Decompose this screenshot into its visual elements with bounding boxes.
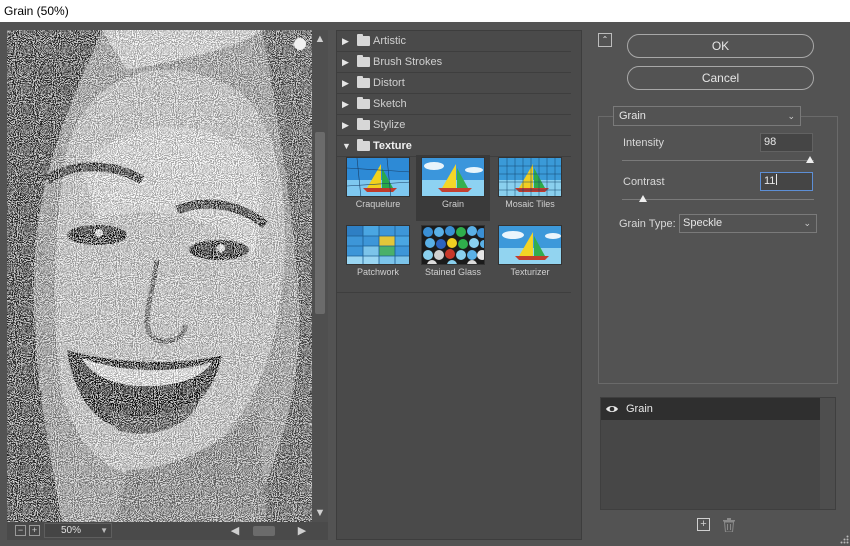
window-title: Grain (50%) [0, 0, 850, 22]
category-label: Artistic [373, 35, 406, 47]
filter-thumb-patchwork[interactable]: Patchwork [341, 223, 415, 289]
filter-thumbnail [498, 225, 562, 265]
filter-label: Stained Glass [424, 267, 482, 277]
grain-type-value: Speckle [683, 217, 723, 229]
scroll-up-arrow-icon[interactable]: ▲ [312, 31, 328, 47]
resize-grip-icon[interactable] [840, 535, 849, 544]
preview-scroll-thumb[interactable] [315, 132, 325, 314]
zoom-value: 50% [61, 525, 82, 536]
effect-layer-label: Grain [626, 403, 653, 415]
filter-gallery: ▶ Artistic ▶ Brush Strokes ▶ Distort ▶ S… [336, 30, 582, 540]
zoom-in-button[interactable]: + [29, 525, 40, 536]
preview-vertical-scrollbar[interactable]: ▲ ▼ [312, 30, 328, 522]
triangle-right-icon: ▶ [342, 36, 349, 46]
new-layer-icon[interactable]: + [697, 518, 710, 531]
gallery-scrollbar[interactable] [571, 31, 581, 539]
folder-icon [357, 55, 370, 67]
filter-thumb-craquelure[interactable]: Craquelure [341, 155, 415, 221]
scroll-down-arrow-icon[interactable]: ▼ [312, 505, 328, 521]
contrast-input[interactable]: 11 [760, 172, 813, 191]
preview-bottom-bar: − + 50% ▼ ◀ ▶ [7, 522, 328, 540]
filter-label: Craquelure [355, 199, 401, 209]
filter-thumbnail [346, 157, 410, 197]
contrast-slider-track[interactable] [622, 199, 814, 200]
triangle-right-icon: ▶ [342, 120, 349, 130]
category-label: Sketch [373, 98, 407, 110]
filter-thumb-grain[interactable]: Grain [416, 155, 490, 221]
cancel-button[interactable]: Cancel [627, 66, 814, 90]
filter-thumbnail [498, 157, 562, 197]
filter-thumbnail [346, 225, 410, 265]
zoom-out-button[interactable]: − [15, 525, 26, 536]
category-label: Distort [373, 77, 405, 89]
folder-icon [357, 97, 370, 109]
filter-label: Mosaic Tiles [505, 199, 555, 209]
ok-button[interactable]: OK [627, 34, 814, 58]
grain-type-select[interactable]: Speckle ⌄ [679, 214, 817, 233]
folder-icon [357, 34, 370, 46]
scroll-right-arrow-icon[interactable]: ▶ [295, 523, 309, 539]
intensity-input[interactable]: 98 [760, 133, 813, 152]
filter-label: Grain [441, 199, 464, 209]
folder-icon [357, 139, 370, 151]
category-texture[interactable]: ▼ Texture [337, 136, 571, 157]
collapse-arrows-icon[interactable]: ⌃ [598, 33, 612, 47]
chevron-down-icon: ⌄ [803, 218, 811, 228]
filter-thumbnail [421, 225, 485, 265]
triangle-right-icon: ▶ [342, 99, 349, 109]
scroll-left-arrow-icon[interactable]: ◀ [228, 523, 242, 539]
zoom-select[interactable]: 50% ▼ [44, 523, 112, 538]
layers-scrollbar[interactable] [820, 398, 835, 509]
category-artistic[interactable]: ▶ Artistic [337, 31, 571, 52]
trash-icon[interactable] [723, 518, 735, 532]
effect-layers-panel: Grain [600, 397, 836, 510]
contrast-label: Contrast [623, 176, 665, 188]
category-label: Texture [373, 140, 412, 152]
contrast-slider-knob[interactable] [639, 195, 648, 202]
intensity-slider-track[interactable] [622, 160, 814, 161]
category-label: Stylize [373, 119, 406, 131]
category-label: Brush Strokes [373, 56, 443, 68]
category-brush-strokes[interactable]: ▶ Brush Strokes [337, 52, 571, 73]
triangle-right-icon: ▶ [342, 57, 349, 67]
preview-image[interactable] [7, 30, 312, 522]
filter-thumb-mosaic-tiles[interactable]: Mosaic Tiles [493, 155, 567, 221]
triangle-down-icon: ▼ [342, 141, 351, 151]
text-caret [776, 174, 778, 185]
filter-thumb-texturizer[interactable]: Texturizer [493, 223, 567, 289]
category-sketch[interactable]: ▶ Sketch [337, 94, 571, 115]
contrast-value: 11 [764, 175, 776, 187]
effect-layer-grain[interactable]: Grain [601, 398, 821, 420]
eye-icon[interactable] [605, 403, 619, 415]
chevron-down-icon: ▼ [100, 526, 108, 535]
preview-pane[interactable]: ▲ ▼ − + 50% ▼ ◀ ▶ [7, 30, 328, 540]
triangle-right-icon: ▶ [342, 78, 349, 88]
filter-select-value: Grain [619, 110, 646, 122]
filter-label: Texturizer [510, 267, 550, 277]
filter-thumbnail [421, 157, 485, 197]
filter-thumb-stained-glass[interactable]: Stained Glass [416, 223, 490, 289]
texture-thumbnails: Craquelure Grain Mosaic Tiles Patchwork … [337, 155, 571, 293]
grain-type-label: Grain Type: [619, 218, 676, 230]
filter-label: Patchwork [356, 267, 400, 277]
intensity-label: Intensity [623, 137, 664, 149]
grain-photo [7, 30, 312, 522]
folder-icon [357, 76, 370, 88]
category-stylize[interactable]: ▶ Stylize [337, 115, 571, 136]
filter-select[interactable]: Grain ⌄ [613, 106, 801, 126]
filter-settings-panel [598, 116, 838, 384]
folder-icon [357, 118, 370, 130]
preview-h-scroll-thumb[interactable] [253, 526, 275, 536]
category-distort[interactable]: ▶ Distort [337, 73, 571, 94]
chevron-down-icon: ⌄ [787, 111, 795, 121]
intensity-slider-knob[interactable] [806, 156, 815, 163]
